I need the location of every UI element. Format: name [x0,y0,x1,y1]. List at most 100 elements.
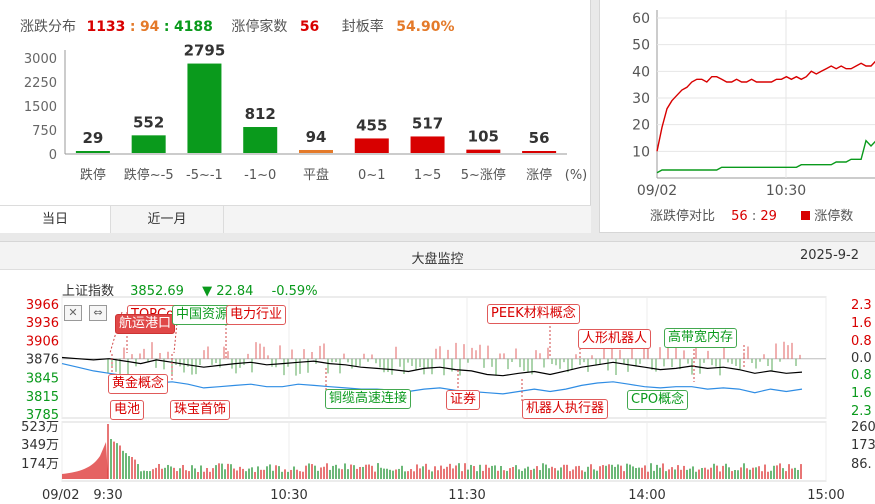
bar [466,149,501,153]
ratio-legend: 涨跌停对比 56 : 29 涨停数 [650,205,853,224]
volume-axis-label: 86. [851,457,872,472]
pct-axis-label: 0.8 [851,334,872,349]
x-tick-label: 跌停 [80,167,106,183]
x-tick-label: 涨停 [526,167,552,183]
bar-value-label: 56 [529,129,550,147]
market-monitor-panel: 大盘监控 2025-9-2 上证指数 3852.69 ▼ 22.84 -0.59… [0,241,875,504]
pct-axis-label: 1.6 [851,316,872,331]
limit-ratio-line-chart: 60 50 40 30 20 10 09/02 10:30 [632,10,875,198]
x-tick-label: -5~-1 [186,168,223,183]
bar-value-label: 517 [412,114,443,132]
separator: : [751,209,757,224]
x-tick-label: 平盘 [303,167,329,183]
concept-tag[interactable]: 铜缆高速连接 [325,389,412,409]
close-icon[interactable]: ✕ [64,305,82,321]
concept-tag[interactable]: 电力行业 [226,305,287,325]
time-axis-label: 09/02 [42,488,79,503]
period-tabs: 当日 近一月 [0,205,591,233]
concept-tag[interactable]: 人形机器人 [578,329,652,349]
price-axis-label: 3845 [26,372,59,387]
x-tick-label: 10:30 [766,183,806,198]
flat-count: 94 [139,19,160,35]
tab-last-month[interactable]: 近一月 [111,206,224,233]
y-tick-label: 3000 [24,52,57,67]
bar [243,127,278,153]
concept-tag[interactable]: PEEK材料概念 [487,304,580,324]
separator: : [129,19,136,35]
price-axis-label: 3966 [26,298,59,313]
concept-tag[interactable]: CPO概念 [627,390,689,410]
limit-ratio-panel: 60 50 40 30 20 10 09/02 10:30 涨跌停对比 56 : 29 涨停数 [599,0,875,233]
bar-value-label: 94 [306,128,327,146]
y-tick-label: 30 [632,91,650,107]
y-tick-label: 1500 [24,100,57,115]
time-axis-label: 15:00 [807,488,844,503]
price-axis-label: 3876 [26,353,59,368]
concept-tag[interactable]: 证券 [446,390,481,410]
seal-rate-label: 封板率 [341,19,384,35]
separator: : [163,19,170,35]
volume-spike [62,442,108,479]
bar [354,138,389,153]
time-axis-label: 14:00 [628,488,665,503]
y-tick-label: 750 [32,124,57,139]
up-count: 1133 [86,19,126,35]
distribution-panel: 涨跌分布 1133 : 94 : 4188 涨停家数 56 封板率 54.90%… [0,0,591,233]
volume-axis-label: 349万 [21,438,59,453]
bar-value-label: 29 [82,129,103,147]
ratio-legend-label: 涨跌停对比 [650,209,716,224]
seal-rate-value: 54.90% [396,19,455,35]
x-tick-label: 09/02 [637,183,677,198]
y-tick-label: 60 [632,11,650,27]
y-tick-label: 40 [632,64,650,80]
bar-value-label: 2795 [184,42,226,60]
limit-up-count: 56 [299,19,320,35]
down-count: 4188 [173,19,213,35]
pct-axis-label: 2.3 [851,404,872,419]
series-line [656,139,875,174]
bar [299,149,333,153]
ratio-down-value: 29 [760,209,777,224]
concept-tag[interactable]: 高带宽内存 [664,328,738,348]
pct-axis-label: 0.0 [851,351,872,366]
time-axis-label: 9:30 [93,488,122,503]
tab-today[interactable]: 当日 [0,206,111,233]
y-tick-label: 2250 [24,76,57,91]
volume-axis-label: 260 [851,420,875,435]
bar [131,135,166,153]
concept-tag[interactable]: 珠宝首饰 [170,400,231,420]
bar-value-label: 105 [468,128,499,146]
distribution-bar-chart: 3000 2250 1500 750 0 29 跌停 552 跌停~-5 2795 -5~-1 812… [24,42,588,183]
concept-tag[interactable]: 航运港口 [115,314,176,334]
concept-tag[interactable]: 中国资源 [172,305,233,325]
pct-axis-label: 2.3 [851,298,872,313]
volume-axis-label: 523万 [21,420,59,435]
intraday-chart: 39663936390638763845381537852.31.60.80.0… [21,296,875,503]
expand-icon[interactable]: ⇔ [89,305,107,321]
price-axis-label: 3815 [26,390,59,405]
x-tick-label: 1~5 [414,168,441,183]
series-line [656,60,875,152]
price-axis-label: 3936 [26,316,59,331]
y-tick-label: 0 [49,148,57,163]
pct-axis-label: 1.6 [851,386,872,401]
time-axis-label: 11:30 [448,488,485,503]
x-tick-label: 0~1 [358,168,385,183]
bar [187,63,222,153]
time-axis-label: 10:30 [270,488,307,503]
x-tick-label: -1~0 [244,168,276,183]
y-tick-label: 20 [632,118,650,134]
x-unit-label: (%) [565,168,588,183]
bar [75,151,110,153]
x-tick-label: 5~涨停 [461,167,506,183]
y-tick-label: 10 [632,144,650,160]
concept-tag[interactable]: 黄金概念 [108,374,169,394]
volume-axis-label: 173 [851,438,875,453]
limit-up-label: 涨停家数 [231,19,288,35]
bar [522,151,557,153]
price-axis-label: 3906 [26,334,59,349]
y-tick-label: 50 [632,38,650,54]
concept-tag[interactable]: 机器人执行器 [522,399,609,419]
bar-value-label: 812 [245,105,276,123]
concept-tag[interactable]: 电池 [110,400,145,420]
